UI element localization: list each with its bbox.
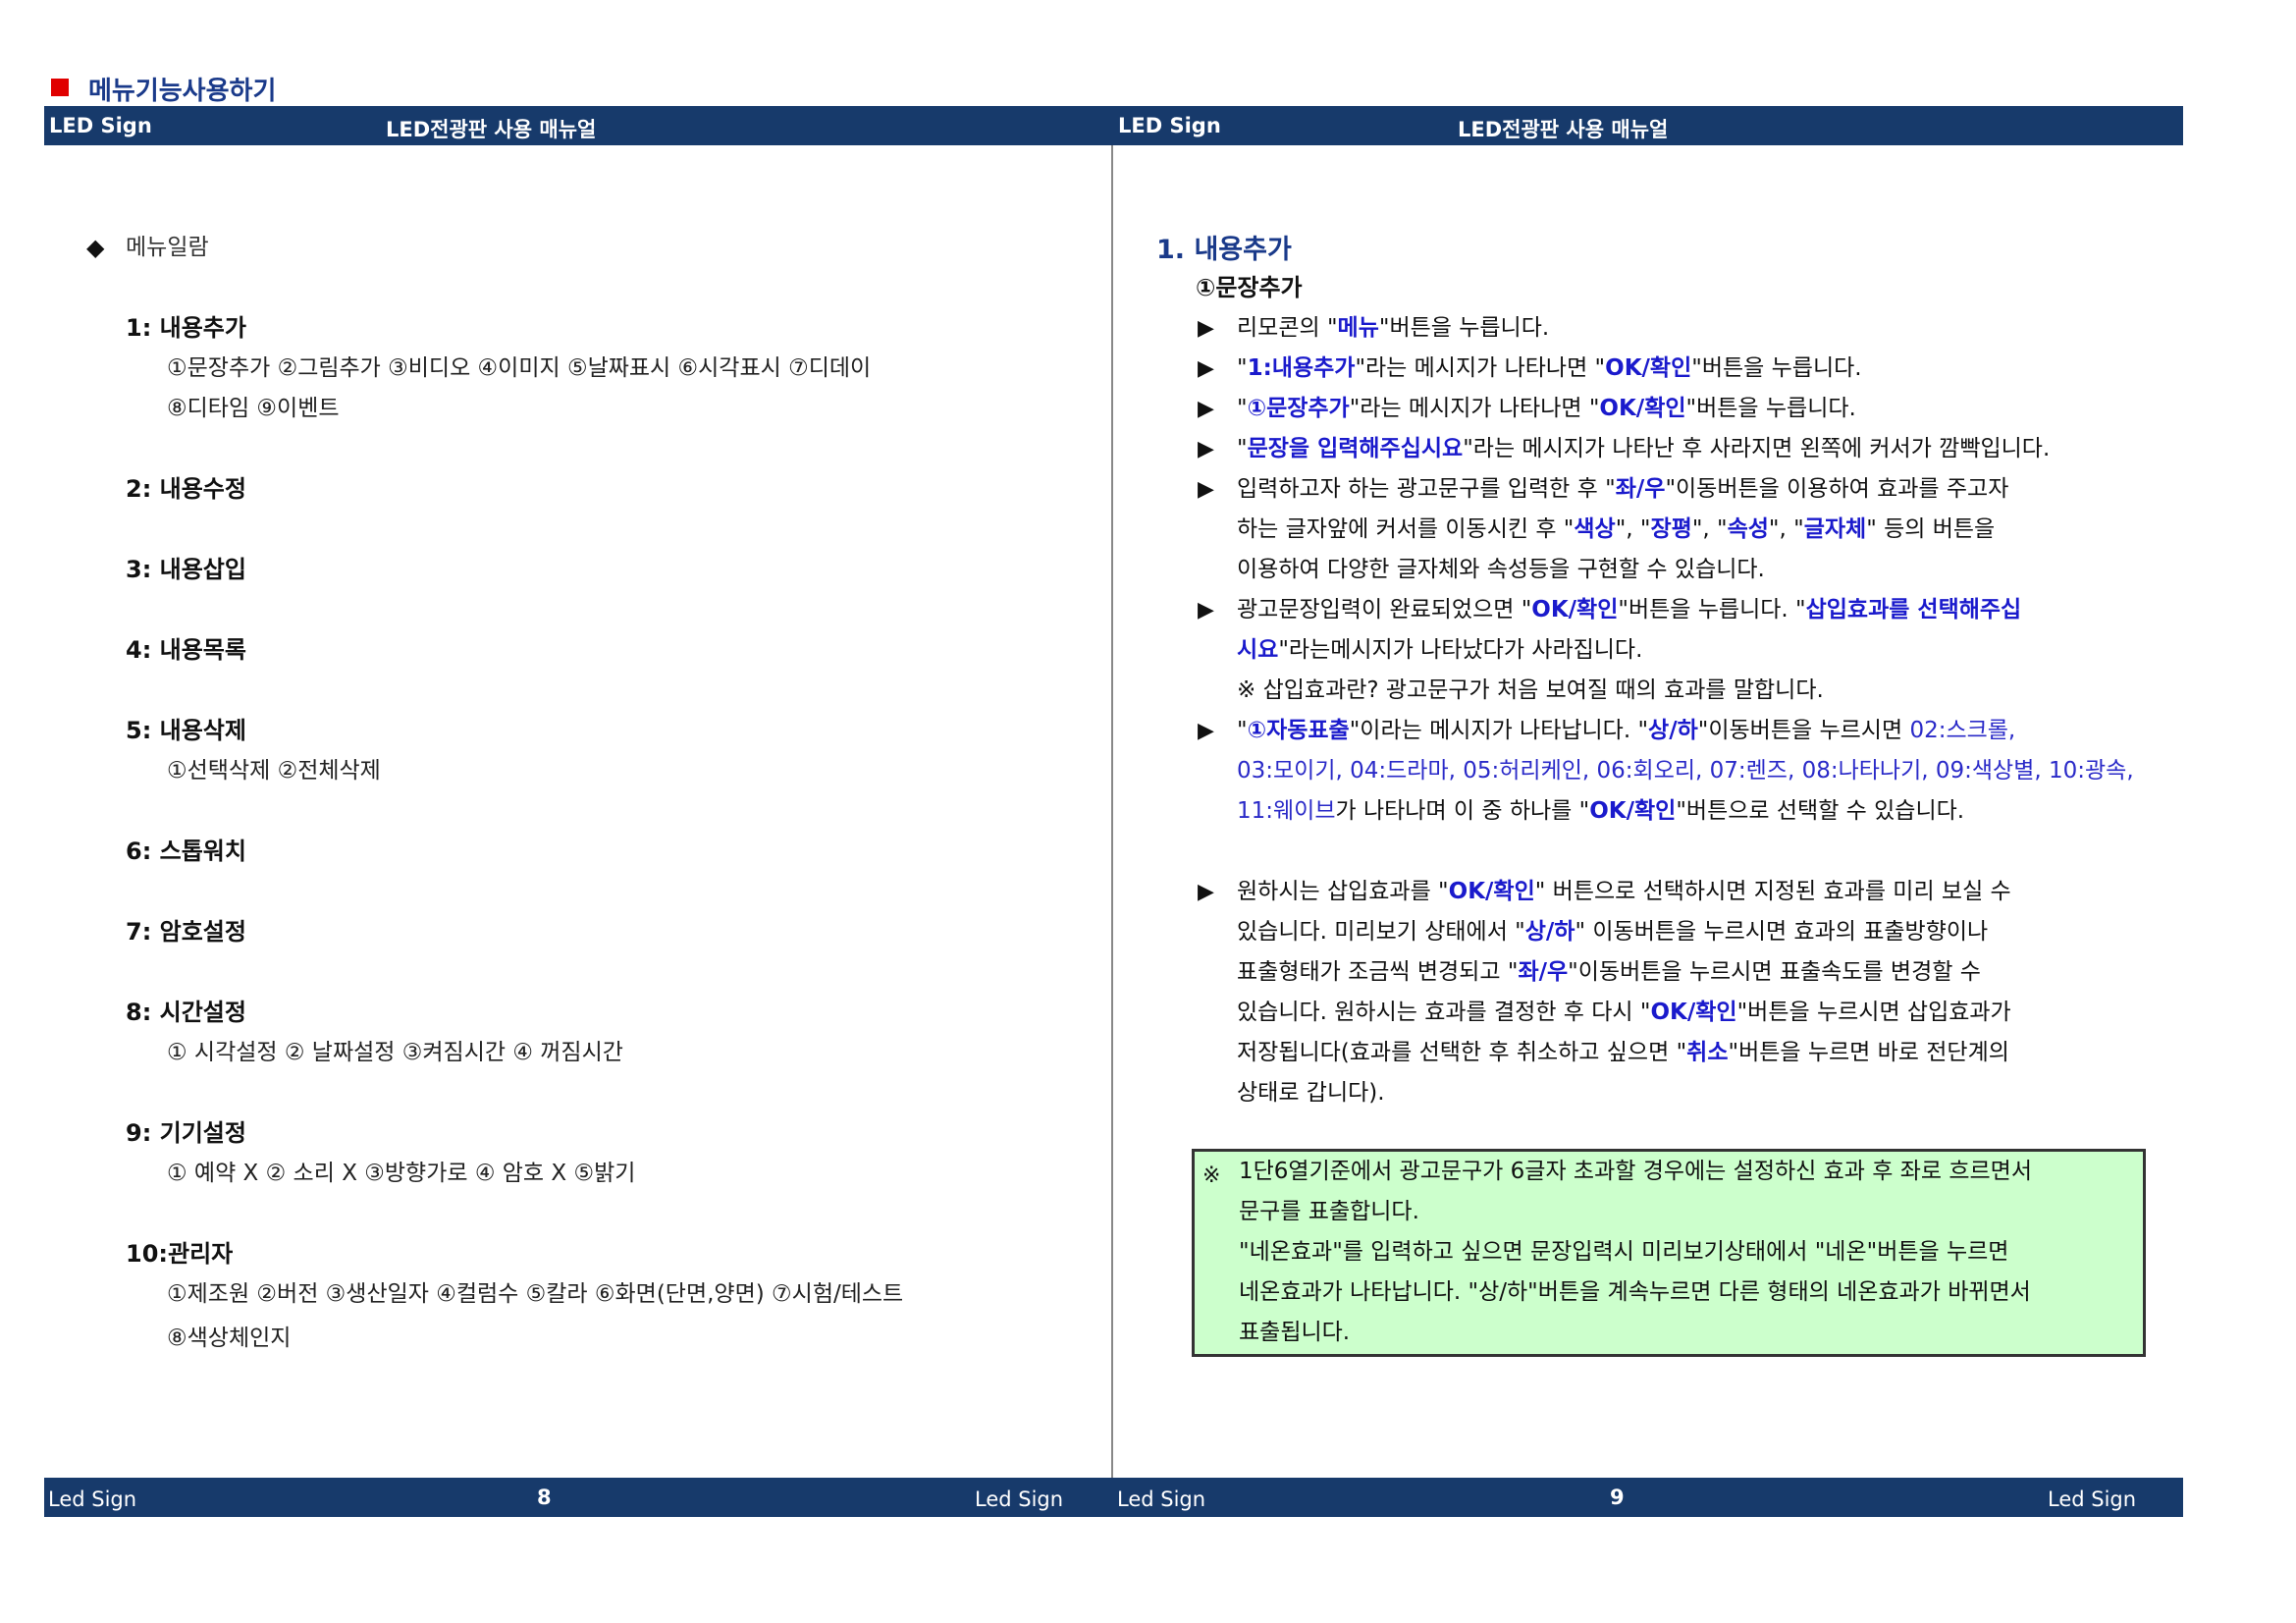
menu-item: 3: 내용삽입 [126,550,903,630]
header-title: LED전광판 사용 매뉴얼 [1458,118,1669,141]
note-line: 문구를 표출합니다. [1239,1199,1419,1224]
menu-items: 1: 내용추가 ①문장추가 ②그림추가 ③비디오 ④이미지 ⑤날짜표시 ⑥시각표… [126,308,903,1359]
menu-item-title: 1: 내용추가 [126,314,246,342]
instruction-line: 이용하여 다양한 글자체와 속성등을 구현할 수 있습니다. [1237,557,1765,582]
bullet-arrow-icon: ▶ [1198,316,1214,341]
bullet-arrow-icon: ▶ [1198,356,1214,381]
header-brand: LED Sign [1118,114,1221,137]
bullet-arrow-icon: ▶ [1198,397,1214,421]
instruction-line: 시요"라는메시지가 나타났다가 사라집니다. [1237,637,1643,663]
content-title: 1. 내용추가 [1156,235,1292,265]
instruction-line: ▶ 광고문장입력이 완료되었으면 "OK/확인"버튼을 누릅니다. "삽입효과를 … [1196,590,2182,630]
menu-item-sub: ① 시각설정 ② 날짜설정 ③켜짐시간 ④ 꺼짐시간 [167,1040,623,1065]
note-line: 표출됩니다. [1239,1320,1351,1345]
menu-item-title: 8: 시간설정 [126,999,246,1026]
menu-item-title: 3: 내용삽입 [126,556,246,583]
menu-item-title: 4: 내용목록 [126,636,246,664]
menu-item: 1: 내용추가 ①문장추가 ②그림추가 ③비디오 ④이미지 ⑤날짜표시 ⑥시각표… [126,308,903,469]
menu-item: 6: 스톱워치 [126,832,903,912]
menu-list-title: 메뉴일람 [126,235,209,260]
footer-brand-right: Led Sign [975,1488,1064,1511]
instruction-line: 하는 글자앞에 커서를 이동시킨 후 "색상", "장평", "속성", "글자… [1237,516,1996,542]
instruction-line: 03:모이기, 04:드라마, 05:허리케인, 06:회오리, 07:렌즈, … [1237,758,2134,784]
note-line: 네온효과가 나타납니다. "상/하"버튼을 계속누르면 다른 형태의 네온효과가… [1239,1279,2031,1305]
bullet-arrow-icon: ▶ [1198,880,1214,904]
section-heading: 메뉴기능사용하기 [88,77,277,106]
note-line: 1단6열기준에서 광고문구가 6글자 초과할 경우에는 설정하신 효과 후 좌로… [1239,1159,2032,1184]
footer-bar-right: Led Sign 9 Led Sign [1111,1478,2183,1517]
instruction-line: 저장됩니다(효과를 선택한 후 취소하고 싶으면 "취소"버튼을 누르면 바로 … [1237,1040,2009,1065]
footer-brand-left: Led Sign [48,1488,137,1511]
menu-item: 10:관리자 ①제조원 ②버전 ③생산일자 ④컬럼수 ⑤칼라 ⑥화면(단면,양면… [126,1234,903,1359]
note-text: 1단6열기준에서 광고문구가 6글자 초과할 경우에는 설정하신 효과 후 좌로… [1239,1152,2032,1353]
instruction-note-line: ※ 삽입효과란? 광고문구가 처음 보여질 때의 효과를 말합니다. [1237,677,1824,703]
page-divider [1111,145,1113,1478]
header-brand: LED Sign [49,114,152,137]
header-bar-right: LED Sign LED전광판 사용 매뉴얼 [1111,106,2183,145]
instruction-line: 표출형태가 조금씩 변경되고 "좌/우"이동버튼을 누르시면 표출속도를 변경할… [1237,959,1981,985]
menu-item-sub: ①문장추가 ②그림추가 ③비디오 ④이미지 ⑤날짜표시 ⑥시각표시 ⑦디데이 [167,355,872,381]
menu-item: 8: 시간설정 ① 시각설정 ② 날짜설정 ③켜짐시간 ④ 꺼짐시간 [126,993,903,1113]
instruction-line: ▶ "①자동표출"이라는 메시지가 나타납니다. "상/하"이동버튼을 누르시면… [1196,711,2182,751]
instruction-line: 있습니다. 원하시는 효과를 결정한 후 다시 "OK/확인"버튼을 누르시면 … [1237,1000,2011,1025]
instruction-line: 상태로 갑니다). [1237,1080,1385,1106]
menu-item-title: 5: 내용삭제 [126,717,246,744]
menu-item-sub: ⑧색상체인지 [167,1325,292,1351]
bullet-arrow-icon: ▶ [1198,477,1214,502]
menu-item-title: 9: 기기설정 [126,1119,246,1147]
instruction-line: ▶ "1:내용추가"라는 메시지가 나타나면 "OK/확인"버튼을 누릅니다. [1196,349,2182,389]
menu-item: 2: 내용수정 [126,469,903,550]
menu-item-sub: ①선택삭제 ②전체삭제 [167,758,381,784]
menu-item: 7: 암호설정 [126,912,903,993]
footer-brand-right: Led Sign [2048,1488,2137,1511]
footer-bar-left: Led Sign 8 Led Sign [44,1478,1111,1517]
menu-item-sub: ①제조원 ②버전 ③생산일자 ④컬럼수 ⑤칼라 ⑥화면(단면,양면) ⑦시험/테… [167,1281,904,1307]
menu-item: 4: 내용목록 [126,630,903,711]
note-box: ※ 1단6열기준에서 광고문구가 6글자 초과할 경우에는 설정하신 효과 후 … [1192,1149,2146,1357]
instruction-line: ▶ "①문장추가"라는 메시지가 나타나면 "OK/확인"버튼을 누릅니다. [1196,389,2182,429]
content-subtitle: ①문장추가 [1196,274,1303,301]
menu-item-title: 2: 내용수정 [126,475,246,503]
page-number: 9 [1610,1486,1625,1509]
menu-item-title: 7: 암호설정 [126,918,246,946]
note-line: "네온효과"를 입력하고 싶으면 문장입력시 미리보기상태에서 "네온"버튼을 … [1239,1239,2009,1265]
bullet-arrow-icon: ▶ [1198,719,1214,743]
menu-item-sub: ① 예약 X ② 소리 X ③방향가로 ④ 암호 X ⑤밝기 [167,1161,636,1186]
instruction-line: 11:웨이브가 나타나며 이 중 하나를 "OK/확인"버튼으로 선택할 수 있… [1237,798,1965,824]
instruction-line: ▶ 입력하고자 하는 광고문구를 입력한 후 "좌/우"이동버튼을 이용하여 효과… [1196,469,2182,510]
menu-item-title: 6: 스톱워치 [126,838,246,865]
menu-item-sub: ⑧디타임 ⑨이벤트 [167,396,340,421]
instructions: ▶ 리모콘의 "메뉴"버튼을 누릅니다. ▶ "1:내용추가"라는 메시지가 나타나… [1196,308,2182,1113]
page-number: 8 [537,1486,552,1509]
bullet-arrow-icon: ▶ [1198,598,1214,622]
menu-item: 5: 내용삭제 ①선택삭제 ②전체삭제 [126,711,903,832]
instruction-line: ▶ "문장을 입력해주십시요"라는 메시지가 나타난 후 사라지면 왼쪽에 커서가… [1196,429,2182,469]
menu-item: 9: 기기설정 ① 예약 X ② 소리 X ③방향가로 ④ 암호 X ⑤밝기 [126,1113,903,1234]
instruction-line: ▶ 원하시는 삽입효과를 "OK/확인" 버튼으로 선택하시면 지정된 효과를 미… [1196,872,2182,912]
header-title: LED전광판 사용 매뉴얼 [386,118,597,141]
footer-brand-left: Led Sign [1117,1488,1206,1511]
bullet-arrow-icon: ▶ [1198,437,1214,461]
menu-item-title: 10:관리자 [126,1240,234,1268]
header-bar-left: LED Sign LED전광판 사용 매뉴얼 [44,106,1111,145]
diamond-icon: ◆ [86,234,105,261]
instruction-line: ▶ 리모콘의 "메뉴"버튼을 누릅니다. [1196,308,2182,349]
note-mark-icon: ※ [1202,1163,1221,1188]
section-marker [51,79,69,96]
instruction-line: 있습니다. 미리보기 상태에서 "상/하" 이동버튼을 누르시면 효과의 표출방… [1237,919,1989,945]
